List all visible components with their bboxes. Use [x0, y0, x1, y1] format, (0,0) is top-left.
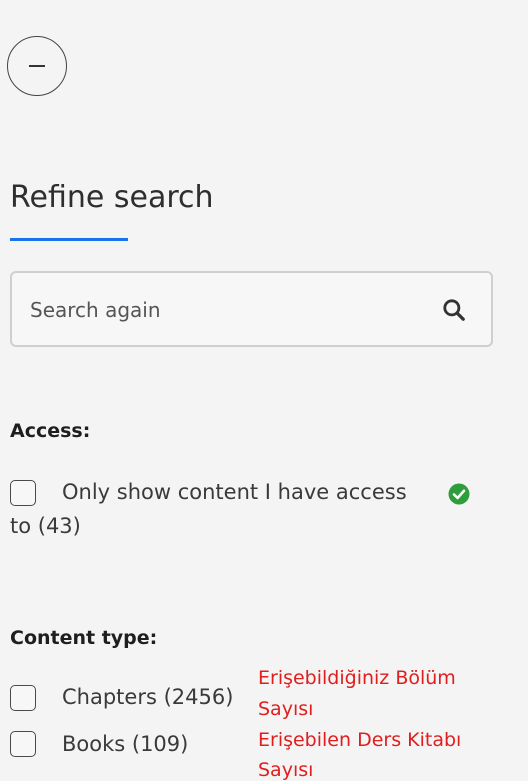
search-input[interactable]: Search again [10, 271, 493, 347]
books-option-label: Books (109) [62, 732, 189, 756]
title-underline [10, 238, 128, 241]
books-annotation-line1: Erişebilen Ders Kitabı [258, 729, 462, 751]
access-checkbox[interactable] [10, 480, 36, 506]
minus-icon [29, 65, 45, 67]
chapters-checkbox[interactable] [10, 685, 36, 711]
refine-search-title: Refine search [10, 180, 214, 215]
access-option-label: Only show content I have access [62, 480, 407, 504]
books-annotation-line2: Sayısı [258, 759, 314, 781]
search-icon[interactable] [441, 297, 467, 323]
chapters-annotation-line1: Erişebildiğiniz Bölüm [258, 667, 456, 689]
collapse-button[interactable] [7, 36, 67, 96]
check-circle-icon [448, 483, 470, 505]
chapters-option-label: Chapters (2456) [62, 685, 234, 709]
books-checkbox[interactable] [10, 731, 36, 757]
access-heading: Access: [10, 420, 91, 442]
chapters-annotation-line2: Sayısı [258, 698, 314, 720]
search-placeholder: Search again [30, 298, 161, 322]
content-type-heading: Content type: [10, 627, 158, 649]
access-option-label-cont: to (43) [10, 514, 81, 538]
